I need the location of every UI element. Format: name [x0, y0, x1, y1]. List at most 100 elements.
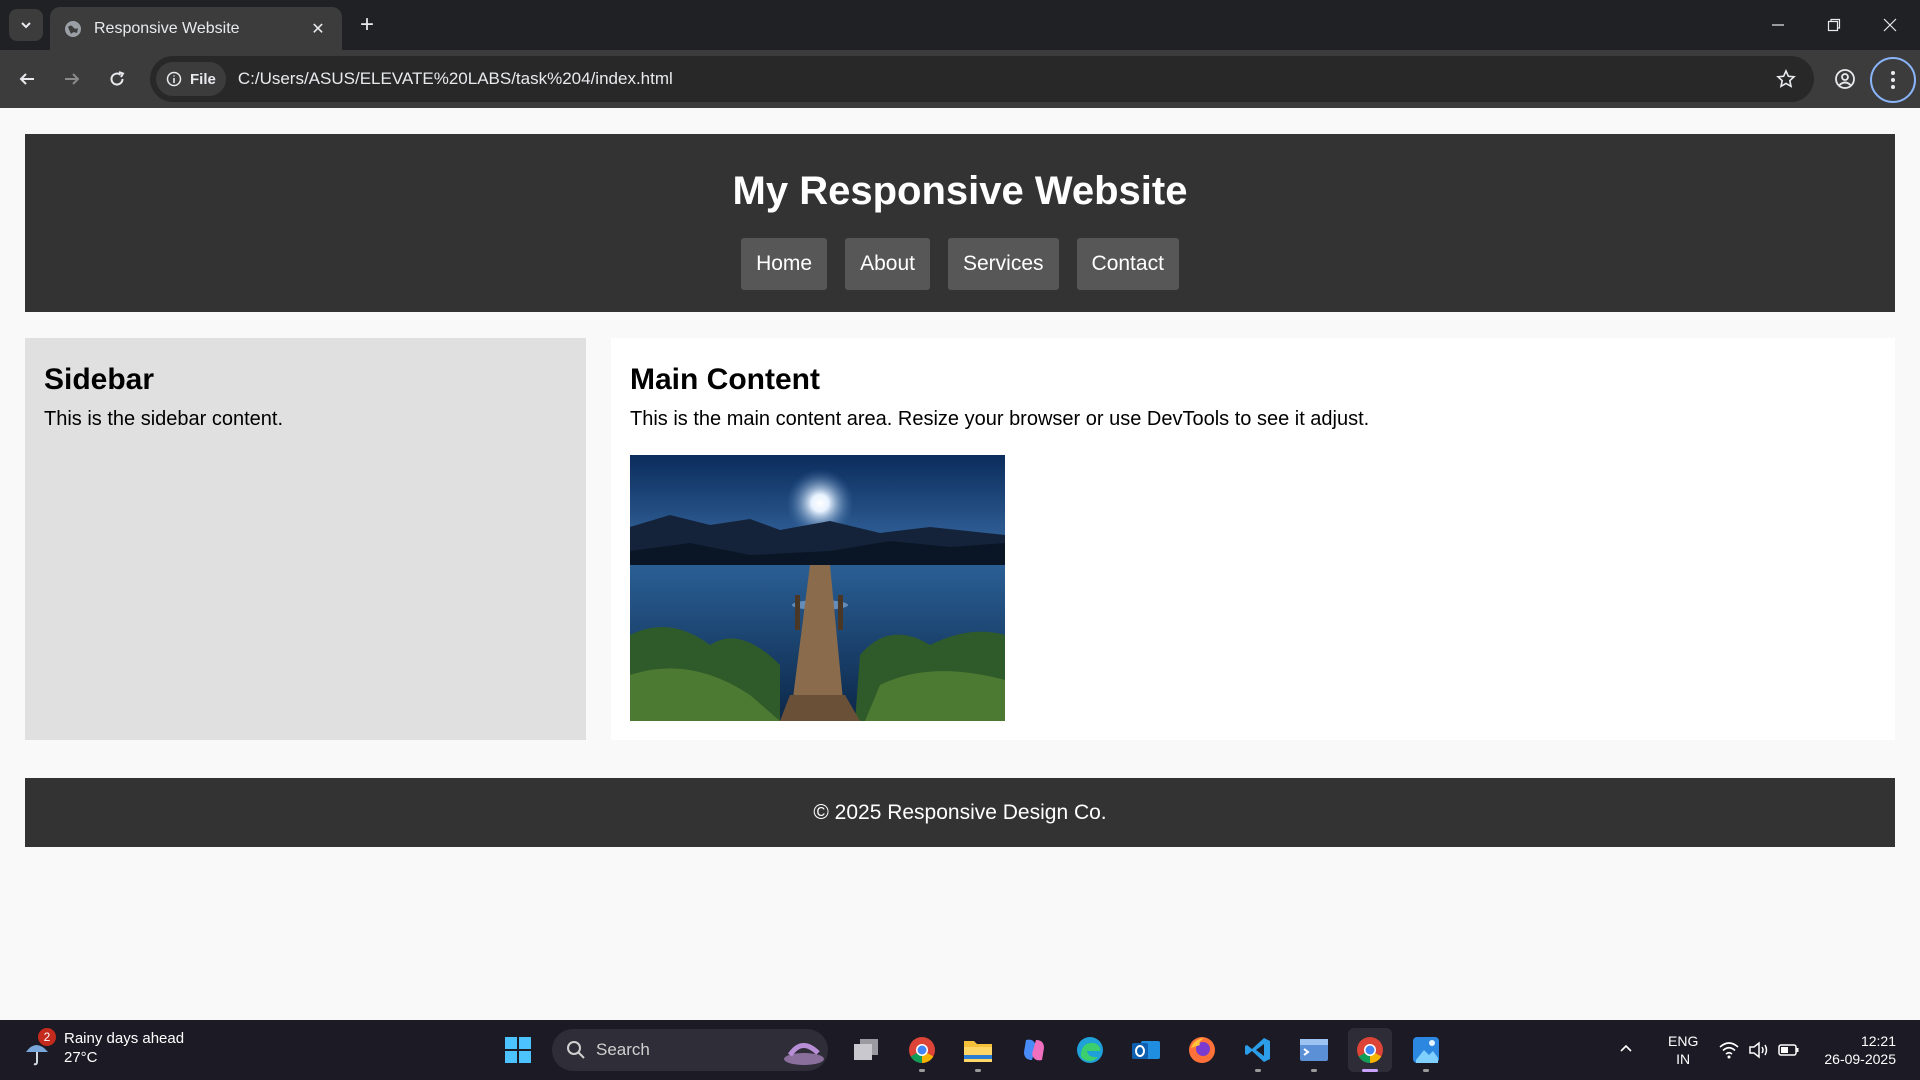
show-hidden-icons-button[interactable]: [1618, 1040, 1634, 1061]
time-text: 12:21: [1860, 1033, 1896, 1049]
search-icon: [567, 1041, 585, 1059]
browser-toolbar: File C:/Users/ASUS/ELEVATE%20LABS/task%2…: [0, 50, 1920, 108]
nav-link-services[interactable]: Services: [948, 238, 1059, 290]
browser-tab[interactable]: Responsive Website ✕: [50, 7, 342, 50]
running-indicator: [1423, 1069, 1429, 1072]
site-footer: © 2025 Responsive Design Co.: [25, 778, 1895, 847]
copilot-button[interactable]: [1012, 1028, 1056, 1072]
weather-badge: 2: [38, 1028, 56, 1046]
language-indicator[interactable]: ENG IN: [1668, 1032, 1698, 1068]
close-tab-icon[interactable]: ✕: [308, 19, 328, 39]
back-arrow-icon: [19, 73, 34, 85]
sidebar: Sidebar This is the sidebar content.: [25, 338, 586, 740]
bookmark-button[interactable]: [1766, 59, 1806, 99]
tab-title: Responsive Website: [94, 19, 240, 37]
weather-text: Rainy days ahead: [64, 1030, 185, 1047]
start-button[interactable]: [496, 1028, 540, 1072]
browser-tab-strip: Responsive Website ✕ +: [0, 0, 1920, 50]
site-info-chip[interactable]: File: [156, 62, 226, 96]
firefox-icon: [1189, 1037, 1215, 1063]
nav-link-contact[interactable]: Contact: [1076, 238, 1179, 290]
back-button[interactable]: [10, 62, 44, 96]
firefox-button[interactable]: [1180, 1028, 1224, 1072]
restore-button[interactable]: [1806, 0, 1862, 50]
task-view-icon: [854, 1039, 878, 1060]
tab-search-button[interactable]: [9, 9, 43, 41]
nav-link-home[interactable]: Home: [741, 238, 828, 290]
address-bar[interactable]: File C:/Users/ASUS/ELEVATE%20LABS/task%2…: [150, 56, 1814, 102]
minimize-icon: [1772, 24, 1784, 26]
forward-arrow-icon: [65, 73, 80, 85]
star-icon: [1776, 69, 1796, 88]
search-highlight-icon: [784, 1043, 824, 1065]
browser-menu-button[interactable]: [1870, 57, 1916, 103]
terminal-icon: [1300, 1039, 1328, 1061]
vscode-button[interactable]: [1236, 1028, 1280, 1072]
chevron-down-icon: [21, 22, 31, 29]
temperature-text: 27°C: [64, 1049, 98, 1066]
restore-icon: [1827, 18, 1841, 32]
nav-link-about[interactable]: About: [845, 238, 930, 290]
chrome-taskbar-button[interactable]: [900, 1028, 944, 1072]
active-indicator: [1362, 1069, 1378, 1072]
taskbar-apps: Search: [496, 1028, 1448, 1072]
system-tray: ENG IN: [1618, 1028, 1800, 1072]
chrome-icon: [909, 1037, 935, 1064]
running-indicator: [1255, 1069, 1261, 1072]
url-text[interactable]: C:/Users/ASUS/ELEVATE%20LABS/task%204/in…: [238, 69, 1766, 89]
task-view-button[interactable]: [844, 1028, 888, 1072]
reload-icon: [110, 71, 125, 86]
sidebar-heading: Sidebar: [44, 363, 155, 396]
globe-icon: [65, 20, 81, 37]
language-code: ENG: [1668, 1033, 1699, 1049]
main-content: Main Content This is the main content ar…: [611, 338, 1895, 740]
outlook-button[interactable]: [1124, 1028, 1168, 1072]
close-window-button[interactable]: [1862, 0, 1918, 50]
region-code: IN: [1676, 1051, 1691, 1067]
volume-icon[interactable]: [1748, 1041, 1770, 1059]
profile-button[interactable]: [1828, 62, 1862, 96]
main-heading: Main Content: [630, 363, 820, 396]
search-placeholder: Search: [596, 1040, 650, 1059]
site-nav: Home About Services Contact: [25, 238, 1895, 290]
more-vertical-icon: [1891, 71, 1895, 89]
photos-button[interactable]: [1404, 1028, 1448, 1072]
site-title: My Responsive Website: [732, 169, 1188, 213]
edge-button[interactable]: [1068, 1028, 1112, 1072]
reload-button[interactable]: [100, 62, 134, 96]
terminal-button[interactable]: [1292, 1028, 1336, 1072]
vscode-icon: [1245, 1038, 1270, 1062]
outlook-icon: [1132, 1041, 1160, 1059]
file-explorer-button[interactable]: [956, 1028, 1000, 1072]
weather-widget[interactable]: 2 Rainy days ahead 27°C: [24, 1028, 184, 1068]
running-indicator: [975, 1069, 981, 1072]
taskbar: 2 Rainy days ahead 27°C Search ENG IN 12…: [0, 1020, 1920, 1080]
new-tab-button[interactable]: +: [352, 10, 382, 40]
sidebar-text: This is the sidebar content.: [44, 408, 284, 430]
profile-icon: [1835, 69, 1855, 89]
windows-logo-icon: [505, 1037, 531, 1063]
running-indicator: [919, 1069, 925, 1072]
taskbar-search[interactable]: Search: [552, 1029, 828, 1071]
close-icon: [1883, 18, 1897, 32]
lake-dock-image: [630, 455, 1005, 721]
photos-icon: [1413, 1037, 1439, 1063]
site-info-label: File: [190, 70, 216, 88]
running-indicator: [1311, 1069, 1317, 1072]
date-text: 26-09-2025: [1824, 1051, 1896, 1067]
battery-icon[interactable]: [1778, 1041, 1800, 1059]
web-page: My Responsive Website Home About Service…: [0, 108, 1920, 1020]
copilot-icon: [1024, 1039, 1044, 1061]
site-header: My Responsive Website Home About Service…: [25, 134, 1895, 312]
umbrella-icon: 2: [24, 1028, 56, 1068]
clock[interactable]: 12:21 26-09-2025: [1824, 1032, 1896, 1068]
main-text: This is the main content area. Resize yo…: [630, 408, 1370, 430]
wifi-icon[interactable]: [1718, 1041, 1740, 1059]
edge-icon: [1077, 1037, 1103, 1063]
minimize-button[interactable]: [1750, 0, 1806, 50]
chrome-active-button[interactable]: [1348, 1028, 1392, 1072]
folder-icon: [964, 1041, 992, 1062]
forward-button[interactable]: [55, 62, 89, 96]
chrome-icon: [1357, 1037, 1383, 1064]
chevron-up-icon: [1620, 1044, 1632, 1052]
